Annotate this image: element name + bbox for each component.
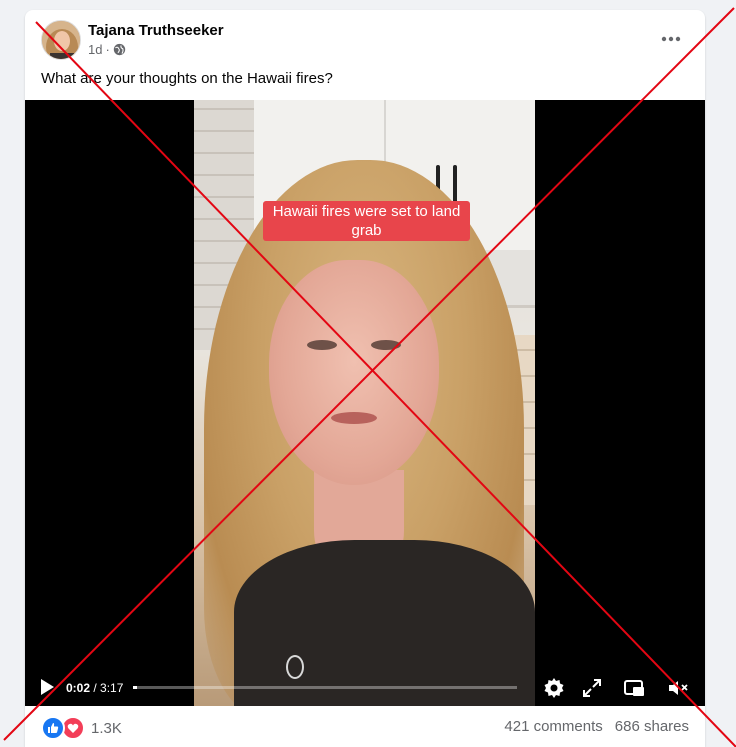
video-overlay-text: Hawaii fires were set to land grab [263,201,470,241]
miniplayer-icon[interactable] [622,676,646,700]
reaction-count: 1.3K [91,719,122,737]
fullscreen-icon[interactable] [580,676,604,700]
post-card: Tajana Truthseeker 1d · What are your th… [25,10,705,747]
comments-count[interactable]: 421 comments [504,718,602,735]
video-frame [194,100,535,706]
video-time: 0:02 / 3:17 [66,681,124,695]
engagement-stats: 421 comments 686 shares [504,718,689,735]
current-time: 0:02 [66,681,91,695]
post-meta: 1d · [88,42,126,57]
progress-fill [133,686,137,689]
post-header: Tajana Truthseeker 1d · What are your th… [25,10,705,100]
globe-icon [113,43,125,56]
reactions-summary[interactable]: 1.3K [41,716,122,740]
post-time[interactable]: 1d [88,42,102,57]
author-name[interactable]: Tajana Truthseeker [88,22,224,39]
play-icon[interactable] [39,678,55,696]
engagement-bar: 1.3K 421 comments 686 shares [25,706,705,747]
video-player[interactable]: Hawaii fires were set to land grab 0:02 … [25,100,705,706]
duration: 3:17 [100,681,124,695]
avatar[interactable] [41,20,81,60]
more-options-icon[interactable] [653,28,689,50]
muted-icon[interactable] [666,676,690,700]
video-controls: 0:02 / 3:17 [25,670,705,706]
post-caption: What are your thoughts on the Hawaii fir… [41,70,333,87]
person-face [269,260,439,485]
settings-icon[interactable] [542,676,566,700]
shares-count[interactable]: 686 shares [615,718,689,735]
like-icon [41,716,65,740]
progress-bar[interactable] [133,686,517,689]
